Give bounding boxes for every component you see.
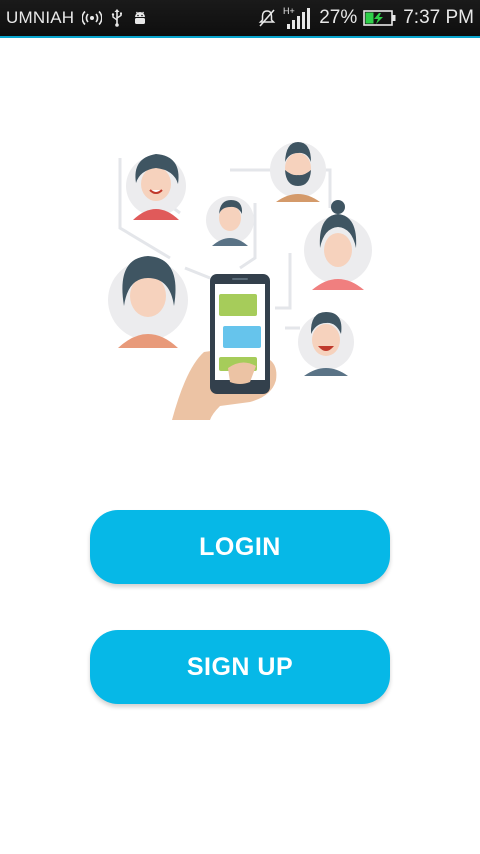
clock: 7:37 PM (403, 7, 474, 28)
status-bar-left: UMNIAH (6, 8, 148, 28)
usb-icon (110, 9, 124, 27)
battery-charging-icon (363, 9, 397, 27)
mute-icon (257, 8, 277, 28)
chat-people-illustration (100, 128, 380, 420)
avatar-man-laughing (298, 312, 354, 376)
avatar-man-small (206, 196, 254, 246)
battery-percent: 27% (319, 7, 358, 28)
wifi-hotspot-icon (82, 10, 103, 26)
login-button[interactable]: LOGIN (90, 510, 390, 584)
android-debug-icon (132, 9, 148, 27)
status-bar-right: H+ 27% 7:37 PM (257, 6, 474, 30)
signal-icon: H+ (283, 6, 313, 30)
avatar-woman-bun (304, 200, 372, 290)
login-button-label: LOGIN (199, 532, 281, 561)
network-type-label: H+ (283, 6, 295, 16)
avatar-woman-large (108, 256, 188, 348)
signup-button-label: SIGN UP (186, 652, 294, 681)
signup-button[interactable]: SIGN UP (90, 630, 390, 704)
avatar-man-beard (270, 142, 326, 202)
status-bar: UMNIAH H+ 27% 7:37 PM (0, 0, 480, 38)
carrier-name: UMNIAH (6, 8, 75, 27)
